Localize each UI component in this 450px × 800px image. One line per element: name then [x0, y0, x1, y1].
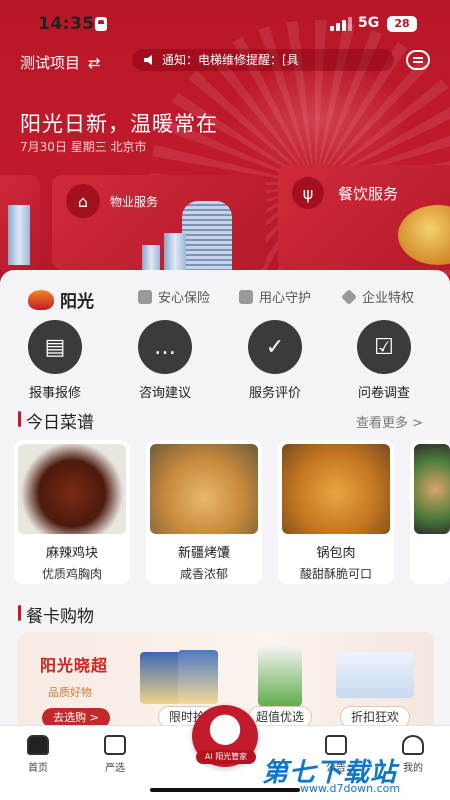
- shield-icon: [138, 289, 152, 304]
- recipe-image: [18, 444, 126, 534]
- recipe-card[interactable]: 新疆烤馕 咸香浓郁: [146, 440, 262, 584]
- chat-icon: …: [138, 320, 192, 374]
- shop-banner-subtitle: 品质好物: [48, 686, 92, 699]
- hand-icon: [239, 289, 253, 304]
- tab-label: 我的: [403, 763, 423, 774]
- recipe-desc: 酸甜酥脆可口: [299, 567, 372, 581]
- card-partial-left[interactable]: [0, 175, 40, 270]
- feature-privilege: 企业特权: [341, 287, 415, 306]
- service-survey[interactable]: ☑ 问卷调查: [339, 320, 429, 401]
- id-card-icon: [95, 17, 107, 31]
- signal-bar-3-icon: [342, 20, 346, 31]
- service-label: 咨询建议: [138, 386, 191, 401]
- feature-label: 安心保险: [158, 291, 211, 306]
- recipe-desc: 优质鸡胸肉: [41, 567, 102, 581]
- recipes-more-link[interactable]: 查看更多 >: [356, 412, 423, 431]
- thumbs-up-icon: ✓: [248, 320, 302, 374]
- card-dining-service[interactable]: ψ 餐饮服务: [278, 165, 450, 270]
- fork-icon: ψ: [292, 177, 324, 209]
- tab-label: 严选: [105, 763, 125, 774]
- card-label: 物业服务: [110, 195, 159, 209]
- service-report-repair[interactable]: ▤ 报事报修: [10, 320, 100, 401]
- home-icon: ⌂: [66, 184, 100, 218]
- swap-icon[interactable]: ⇄: [88, 54, 101, 72]
- building-image-2: [164, 233, 186, 270]
- brand-name: 阳光: [60, 292, 94, 312]
- product-image: [178, 650, 218, 704]
- service-rating[interactable]: ✓ 服务评价: [230, 320, 320, 401]
- battery-level: 28: [387, 16, 417, 32]
- feature-label: 企业特权: [362, 291, 415, 306]
- recipe-image: [414, 444, 450, 534]
- ai-assistant-label: AI 阳光管家: [196, 750, 256, 764]
- section-marker: [18, 605, 21, 621]
- watermark-url: www.d7down.com: [300, 782, 401, 795]
- home-indicator: [150, 788, 300, 792]
- recipe-image: [150, 444, 258, 534]
- service-consult[interactable]: … 咨询建议: [120, 320, 210, 401]
- recipe-desc: 咸香浓郁: [179, 567, 228, 581]
- report-icon: ▤: [28, 320, 82, 374]
- hero-slogan: 阳光日新，温暖常在: [20, 112, 218, 136]
- notice-bar[interactable]: 通知：电梯维修提醒：[具: [132, 49, 394, 71]
- feature-guard: 用心守护: [239, 287, 311, 306]
- feature-label: 用心守护: [259, 291, 312, 306]
- recipes-title: 今日菜谱: [26, 413, 94, 433]
- person-icon: [402, 735, 424, 755]
- card-property-service[interactable]: ⌂ 物业服务: [52, 175, 266, 270]
- network-type: 5G: [358, 15, 380, 31]
- service-label: 报事报修: [28, 386, 81, 401]
- tab-home[interactable]: 首页: [14, 735, 62, 774]
- tab-select[interactable]: 严选: [91, 735, 139, 774]
- service-label: 服务评价: [248, 386, 301, 401]
- brand-logo: 阳光: [28, 287, 94, 312]
- shop-banner-title: 阳光晓超: [40, 656, 109, 675]
- recipe-card[interactable]: 麻辣鸡块 优质鸡胸肉: [14, 440, 130, 584]
- recipe-card-partial[interactable]: [410, 440, 450, 584]
- recipe-card[interactable]: 锅包肉 酸甜酥脆可口: [278, 440, 394, 584]
- status-time: 14:35: [38, 14, 95, 34]
- hero-date: 7月30日 星期三 北京市: [20, 140, 147, 154]
- section-marker: [18, 411, 21, 427]
- recipe-name: 麻辣鸡块: [45, 546, 98, 561]
- signal-bar-4-icon: [348, 17, 352, 31]
- diamond-icon: [341, 288, 357, 305]
- recipe-name: 新疆烤馕: [177, 546, 230, 561]
- shop-title: 餐卡购物: [26, 607, 94, 627]
- product-image: [336, 652, 414, 698]
- project-selector[interactable]: 测试项目: [20, 52, 80, 73]
- signal-bar-1-icon: [330, 26, 334, 31]
- dish-image: [398, 205, 450, 265]
- card-label: 餐饮服务: [338, 185, 399, 203]
- decorative-glow: [230, 60, 410, 180]
- product-image: [140, 652, 182, 704]
- recipe-name: 锅包肉: [316, 546, 356, 561]
- chat-bubble-icon[interactable]: [406, 50, 430, 70]
- building-image-3: [142, 245, 160, 270]
- building-image: [182, 201, 232, 270]
- signal-bar-2-icon: [336, 23, 340, 31]
- home-icon: [27, 735, 49, 755]
- shopping-bag-icon: [104, 735, 126, 755]
- service-label: 问卷调查: [357, 386, 410, 401]
- recipe-image: [282, 444, 390, 534]
- sun-logo-icon: [28, 289, 54, 310]
- building-image: [8, 205, 30, 265]
- survey-icon: ☑: [357, 320, 411, 374]
- feature-insurance: 安心保险: [138, 287, 210, 306]
- tab-label: 首页: [28, 763, 48, 774]
- product-image: [258, 646, 302, 706]
